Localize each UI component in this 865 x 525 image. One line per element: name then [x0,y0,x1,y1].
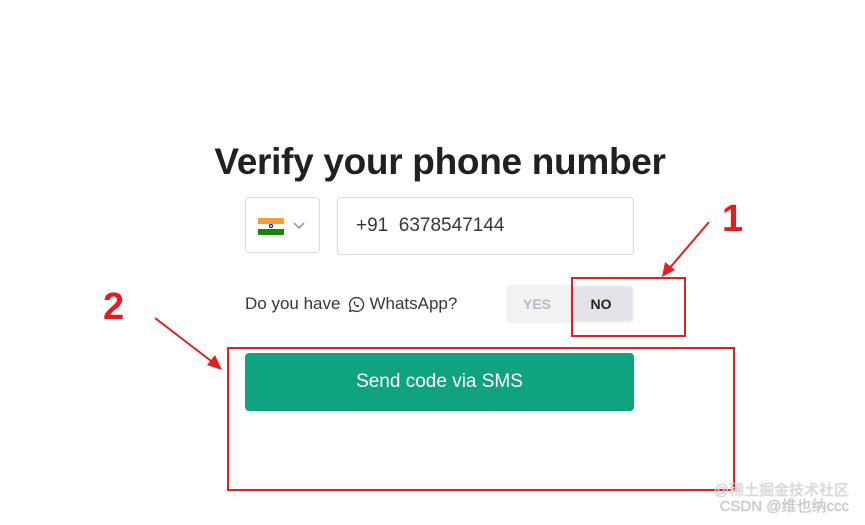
send-code-button[interactable]: Send code via SMS [245,353,634,411]
phone-number-input[interactable] [337,197,634,255]
watermark-line-1: @稀土掘金技术社区 [713,482,849,499]
country-code-select[interactable] [245,197,320,253]
whatsapp-app-label: WhatsApp? [369,294,458,313]
watermark: @稀土掘金技术社区 CSDN @维也纳ccc [714,483,849,515]
watermark-line-2: CSDN @维也纳ccc [719,498,849,515]
page-title: Verify your phone number [214,140,666,182]
chevron-down-icon [293,222,305,230]
whatsapp-icon [349,296,365,312]
annotation-arrows [154,221,710,370]
whatsapp-question: Do you have WhatsApp? [245,293,457,315]
annotation-label-2: 2 [103,286,125,328]
whatsapp-prompt-label: Do you have [245,294,341,313]
whatsapp-no-option[interactable]: NO [570,287,632,321]
annotation-label-1: 1 [722,198,744,240]
whatsapp-toggle: YES NO [506,285,634,323]
india-flag-icon [258,218,284,235]
whatsapp-yes-option[interactable]: YES [506,285,568,323]
annotation-arrow-2 [154,317,222,370]
annotation-arrow-1 [662,221,710,277]
